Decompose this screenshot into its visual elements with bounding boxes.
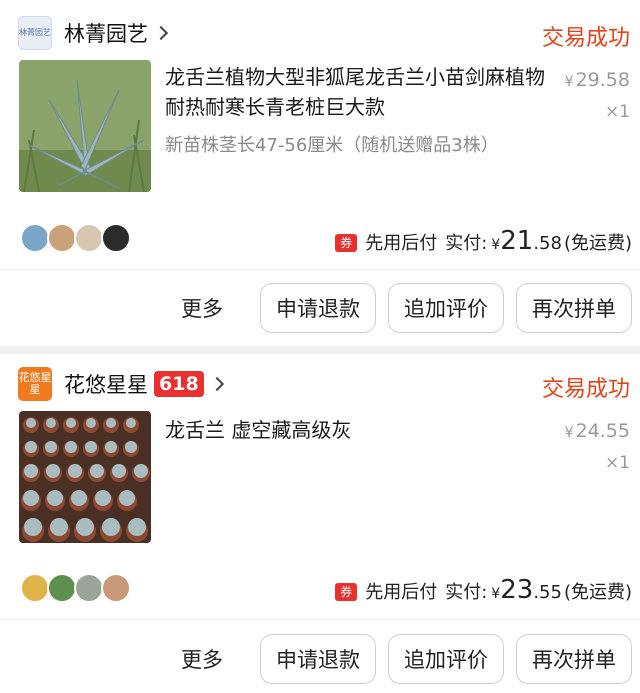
avatar [101, 223, 131, 253]
shipping-note: (免运费) [563, 582, 632, 603]
add-review-button[interactable]: 追加评价 [388, 634, 504, 684]
shop-header[interactable]: 林菁园艺 林菁园艺 [18, 13, 169, 53]
product-image[interactable] [19, 411, 151, 543]
order-status: 交易成功 [541, 377, 630, 402]
avatar [101, 573, 131, 603]
divider [0, 619, 640, 620]
order-actions: 更多 申请退款 追加评价 再次拼单 [0, 283, 640, 333]
shop-logo: 花悠星星 [18, 367, 52, 401]
paid-amount-dec: .55 [533, 582, 562, 603]
coupon-icon: 券 [335, 234, 358, 252]
payment-summary: 券 先用后付 实付: ¥ 21 .58 (免运费) [335, 226, 632, 256]
order-actions: 更多 申请退款 追加评价 再次拼单 [0, 634, 640, 684]
product-qty: ×1 [604, 102, 630, 122]
product-title[interactable]: 龙舌兰植物大型非狐尾龙舌兰小苗剑麻植物耐热耐寒长青老桩巨大款 [165, 62, 555, 122]
payment-summary: 券 先用后付 实付: ¥ 23 .55 (免运费) [335, 575, 632, 605]
product-price: ¥24.55 [564, 420, 630, 442]
shop-header[interactable]: 花悠星星 花悠星星 618 [18, 364, 224, 404]
avatar [20, 573, 50, 603]
pay-method: 先用后付 [365, 582, 438, 603]
group-avatars [20, 223, 131, 253]
rebuy-button[interactable]: 再次拼单 [516, 634, 632, 684]
divider [0, 269, 640, 270]
product-price: ¥29.58 [564, 69, 630, 91]
coupon-icon: 券 [335, 583, 358, 601]
product-title[interactable]: 龙舌兰 虚空藏高级灰 [165, 415, 555, 445]
shop-name[interactable]: 林菁园艺 [64, 18, 148, 48]
avatar [47, 573, 77, 603]
shop-name[interactable]: 花悠星星 [64, 369, 148, 399]
order-status: 交易成功 [541, 26, 630, 51]
promo-badge: 618 [154, 371, 204, 397]
chevron-right-icon [153, 25, 169, 41]
more-button[interactable]: 更多 [181, 644, 223, 674]
refund-button[interactable]: 申请退款 [260, 283, 376, 333]
product-image[interactable] [19, 60, 151, 192]
shop-logo: 林菁园艺 [18, 16, 52, 50]
group-avatars [20, 573, 131, 603]
rebuy-button[interactable]: 再次拼单 [516, 283, 632, 333]
product-spec: 新苗株茎长47-56厘米（随机送赠品3株） [165, 135, 499, 156]
paid-label: 实付: [445, 233, 488, 254]
chevron-right-icon [209, 376, 224, 392]
order-card: 花悠星星 花悠星星 618 交易成功 龙舌兰 虚空藏高级灰 ¥ 24.55 ×1… [0, 354, 640, 693]
avatar [20, 223, 50, 253]
paid-amount-int: 21 [500, 226, 534, 256]
paid-amount-dec: .58 [533, 233, 562, 254]
avatar [74, 223, 104, 253]
shipping-note: (免运费) [563, 233, 632, 254]
paid-amount-int: 23 [500, 575, 534, 605]
add-review-button[interactable]: 追加评价 [388, 283, 504, 333]
currency-symbol: ¥ [491, 586, 501, 602]
more-button[interactable]: 更多 [181, 293, 223, 323]
order-card: 林菁园艺 林菁园艺 交易成功 龙舌兰植物大型非狐尾龙舌兰小苗剑麻植物耐热耐寒长青… [0, 0, 640, 346]
currency-symbol: ¥ [491, 237, 501, 253]
paid-label: 实付: [445, 582, 488, 603]
product-qty: ×1 [604, 453, 630, 473]
refund-button[interactable]: 申请退款 [260, 634, 376, 684]
avatar [47, 223, 77, 253]
pay-method: 先用后付 [365, 233, 438, 254]
avatar [74, 573, 104, 603]
